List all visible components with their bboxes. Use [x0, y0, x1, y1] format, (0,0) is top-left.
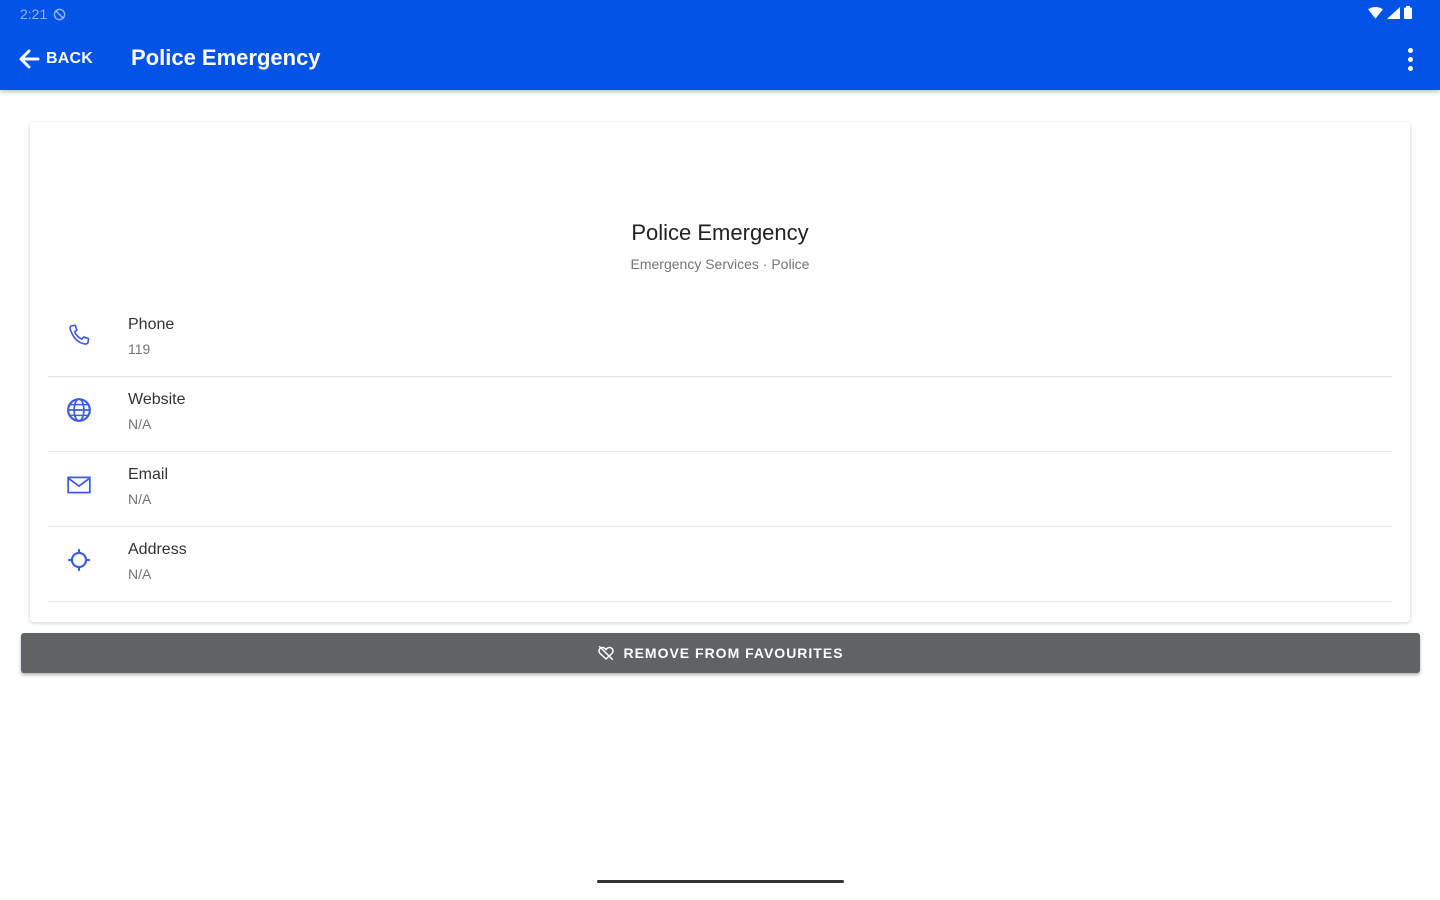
phone-label: Phone: [128, 316, 175, 333]
phone-icon: [66, 322, 92, 348]
globe-icon: [66, 397, 92, 423]
back-label: BACK: [46, 50, 94, 67]
envelope-icon: [66, 472, 92, 498]
more-vert-icon-dot: [1407, 56, 1413, 62]
status-bar-left: 2:21: [20, 6, 66, 22]
address-value: N/A: [128, 566, 152, 582]
email-value: N/A: [128, 491, 152, 507]
remove-from-favourites-label: REMOVE FROM FAVOURITES: [623, 645, 844, 661]
website-label: Website: [128, 391, 186, 408]
remove-from-favourites-button[interactable]: REMOVE FROM FAVOURITES: [21, 633, 1420, 673]
website-value: N/A: [128, 416, 152, 432]
battery-icon: [1404, 6, 1412, 19]
app-bar: 2:21 BACK Police Emergency: [0, 0, 1440, 90]
signal-icon: [1387, 6, 1400, 19]
more-options-button[interactable]: [1400, 45, 1420, 73]
wifi-icon: [1368, 6, 1383, 19]
website-row[interactable]: Website N/A: [48, 377, 1392, 452]
email-row[interactable]: Email N/A: [48, 452, 1392, 527]
do-not-disturb-icon: [53, 8, 66, 20]
contact-card: Police Emergency Emergency Services · Po…: [30, 122, 1410, 622]
more-vert-icon-dot: [1407, 65, 1413, 71]
phone-row[interactable]: Phone 119: [48, 302, 1392, 377]
address-row[interactable]: Address N/A: [48, 527, 1392, 602]
back-button[interactable]: BACK: [18, 44, 93, 74]
home-indicator[interactable]: [597, 880, 844, 883]
more-vert-icon: [1407, 47, 1413, 53]
status-time: 2:21: [20, 6, 48, 22]
location-icon: [66, 547, 92, 573]
email-label: Email: [128, 466, 169, 483]
phone-value: 119: [128, 341, 151, 357]
status-bar-right: [1368, 6, 1412, 19]
heart-remove-icon: [598, 645, 615, 661]
contact-details-list: Phone 119 Website N/A Email N/A Address …: [48, 302, 1392, 602]
address-label: Address: [128, 541, 187, 558]
contact-name: Police Emergency: [631, 220, 809, 245]
page-title: Police Emergency: [131, 45, 321, 70]
contact-category: Emergency Services · Police: [630, 256, 810, 272]
arrow-left-icon: [19, 49, 40, 69]
